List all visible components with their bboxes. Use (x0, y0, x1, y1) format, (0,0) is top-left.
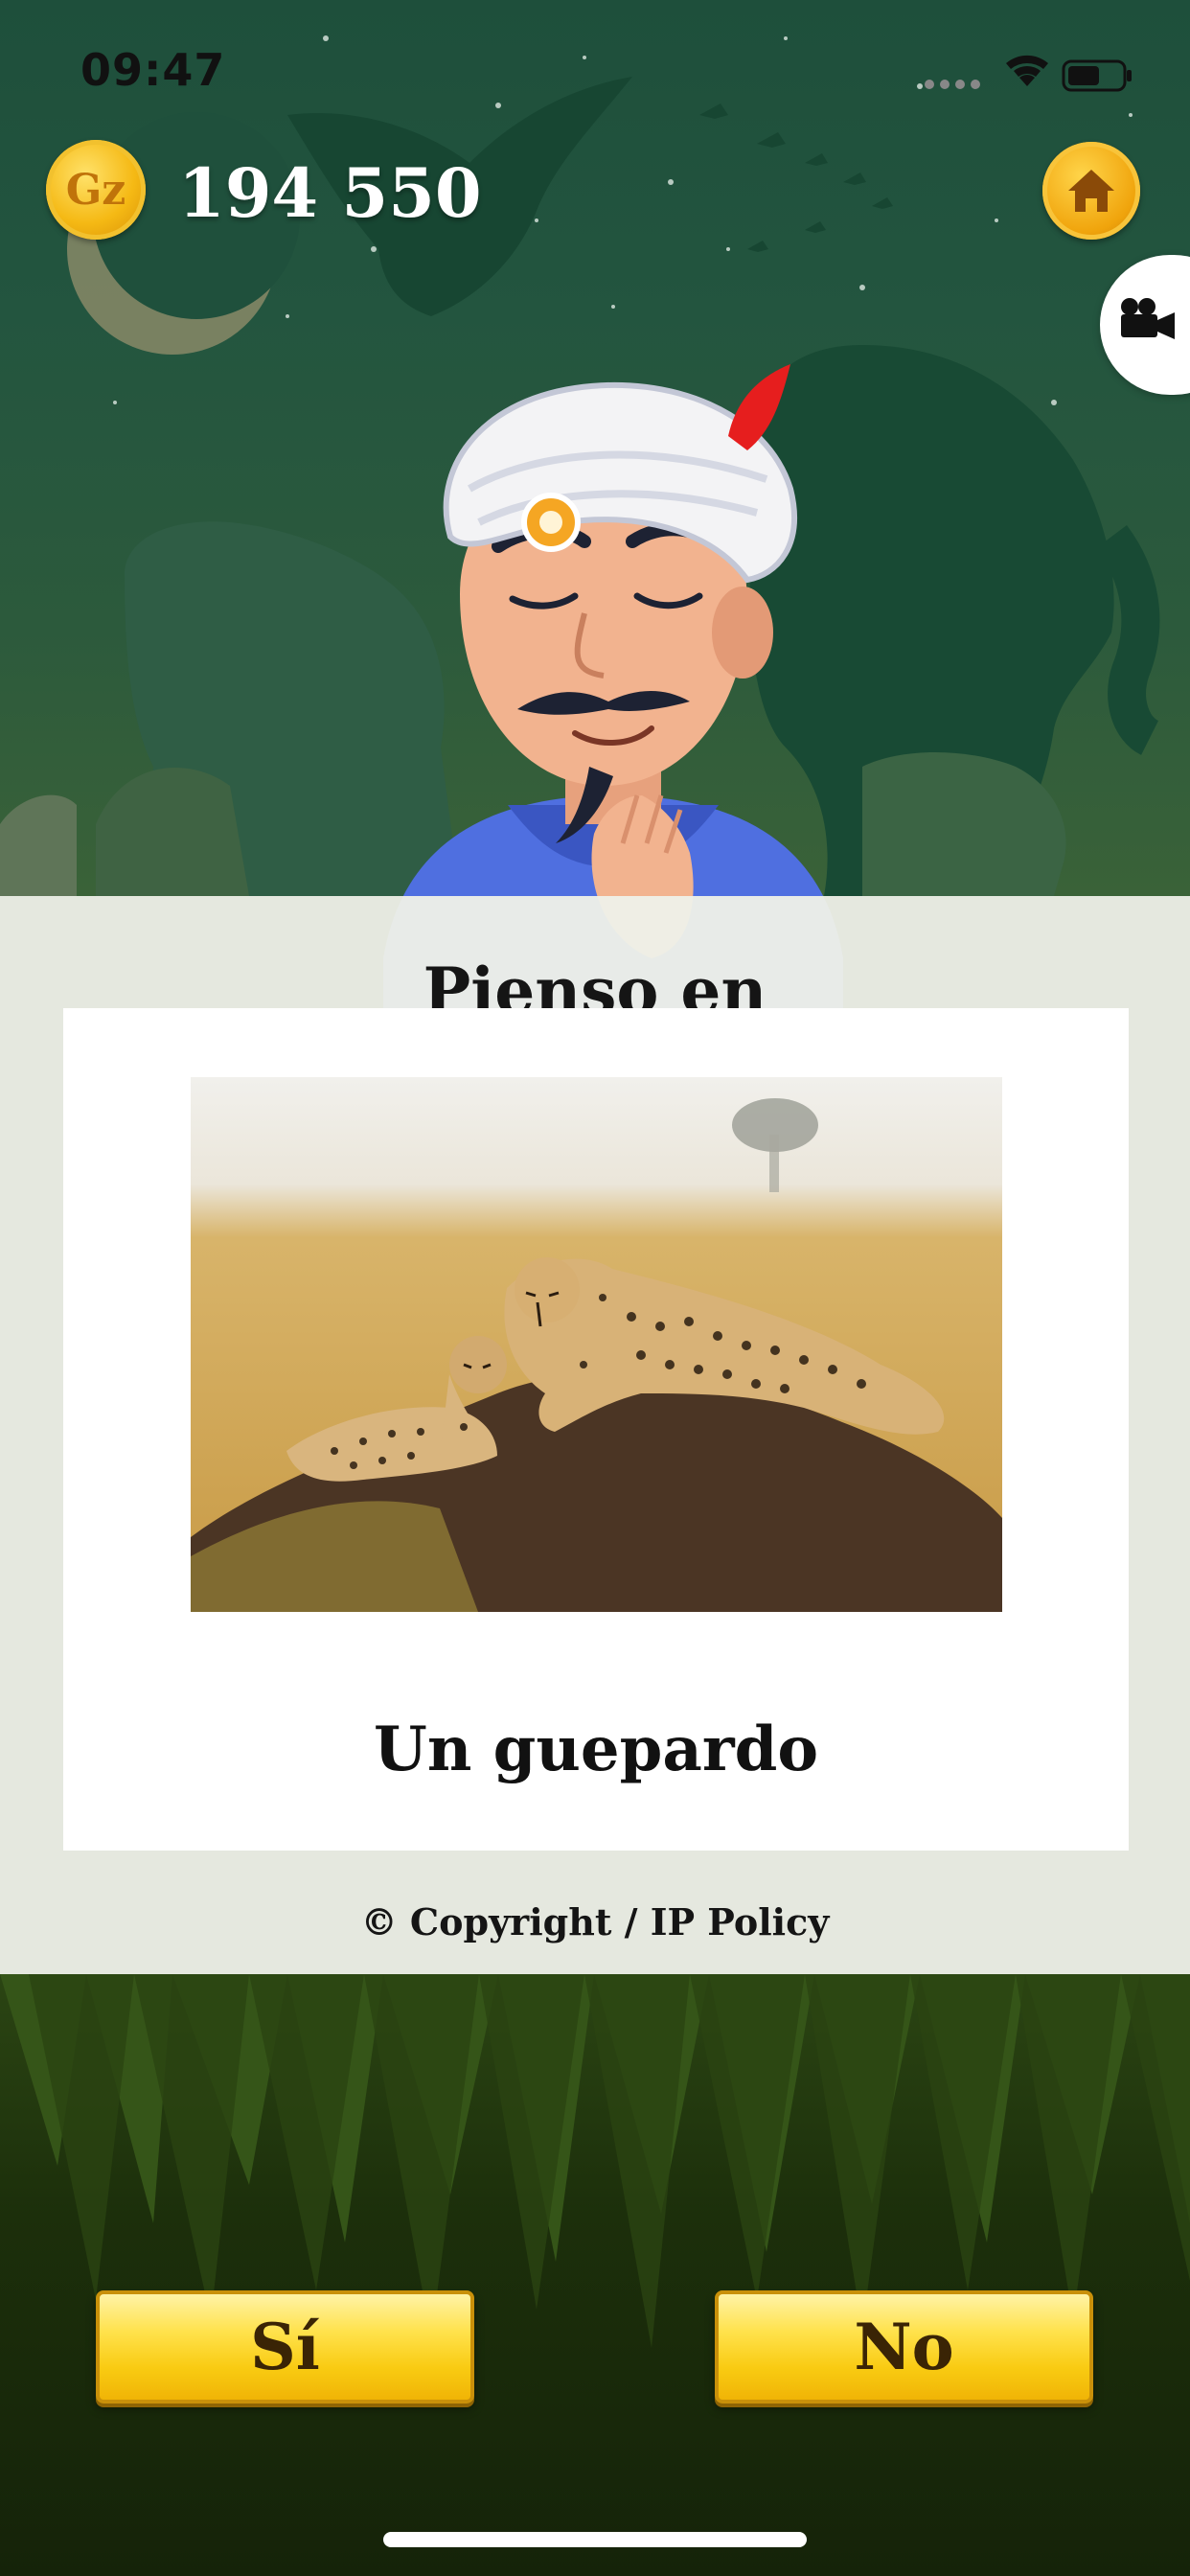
video-camera-icon (1121, 298, 1175, 339)
yes-button[interactable]: Sí (96, 2290, 474, 2404)
home-icon (1068, 170, 1114, 212)
coin-balance: 194 550 (178, 153, 482, 233)
battery-icon (1062, 59, 1132, 92)
status-time: 09:47 (80, 44, 226, 96)
home-button[interactable] (1042, 142, 1140, 240)
result-panel: Pienso en Un guepardo © Copyright / IP P… (0, 896, 1190, 1974)
grass-silhouettes (0, 1974, 1190, 2348)
cellular-signal-icon (925, 80, 980, 89)
cheetah-photo (191, 1077, 1002, 1612)
coin-icon: Gz (46, 140, 146, 240)
grass-background (0, 1974, 1190, 2576)
copyright-link[interactable]: © Copyright / IP Policy (0, 1900, 1190, 1944)
status-icons (922, 48, 1142, 96)
wifi-icon (1006, 55, 1048, 86)
guess-answer: Un guepardo (374, 1714, 818, 1785)
result-card: Un guepardo (63, 1008, 1129, 1851)
home-indicator[interactable] (383, 2532, 807, 2547)
no-button[interactable]: No (715, 2290, 1093, 2404)
